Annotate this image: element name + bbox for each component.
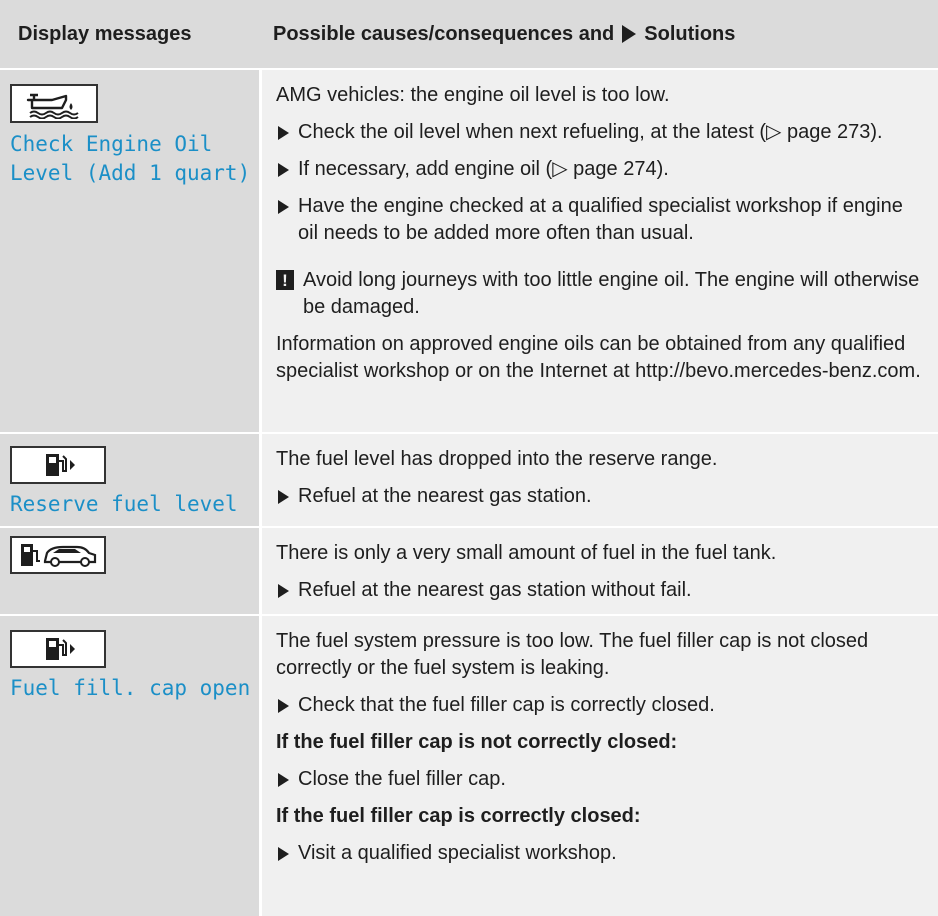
bullet-arrow-icon [278,773,289,787]
fuel-pump-car-icon [10,536,106,574]
solution-cell: The fuel level has dropped into the rese… [259,434,938,526]
solution-bullet: Visit a qualified specialist workshop. [276,840,926,867]
bullet-arrow-icon [278,163,289,177]
display-message-check-engine-oil: Check Engine Oil Level (Add 1 quart) [10,130,259,188]
cause-text: There is only a very small amount of fue… [276,542,777,564]
condition-heading: If the fuel filler cap is correctly clos… [276,805,641,827]
table-row: Check Engine Oil Level (Add 1 quart) AMG… [0,68,938,432]
bullet-arrow-icon [278,126,289,140]
fuel-pump-icon [10,630,106,668]
solution-bullet: Check the oil level when next refueling,… [276,119,926,146]
solution-arrow-icon [622,25,637,43]
header-causes-solutions: Possible causes/consequences and Solutio… [259,0,938,68]
solution-cell: The fuel system pressure is too low. The… [259,616,938,916]
bullet-text: Visit a qualified specialist workshop. [298,842,617,864]
message-cell [0,528,259,614]
bullet-text: Check the oil level when next refueling,… [298,121,883,143]
bullet-text: Refuel at the nearest gas station withou… [298,579,692,601]
fuel-pump-icon [10,446,106,484]
solution-cell: AMG vehicles: the engine oil level is to… [259,70,938,432]
warning-text: Avoid long journeys with too little engi… [303,269,920,318]
bullet-text: Check that the fuel filler cap is correc… [298,694,715,716]
bullet-arrow-icon [278,699,289,713]
table-row: Fuel fill. cap open The fuel system pres… [0,614,938,916]
condition-heading: If the fuel filler cap is not correctly … [276,731,678,753]
bullet-text: Refuel at the nearest gas station. [298,485,592,507]
solution-bullet: Refuel at the nearest gas station. [276,483,926,510]
bullet-text: Have the engine checked at a qualified s… [298,195,903,244]
cause-text: The fuel level has dropped into the rese… [276,448,718,470]
warning-exclamation-icon: ! [276,270,294,290]
bullet-text: If necessary, add engine oil (▷ page 274… [298,158,669,180]
bullet-arrow-icon [278,490,289,504]
bullet-arrow-icon [278,200,289,214]
header-causes-text: Possible causes/consequences and [273,22,615,45]
solution-cell: There is only a very small amount of fue… [259,528,938,614]
bullet-arrow-icon [278,847,289,861]
message-cell: Reserve fuel level [0,434,259,526]
warning-note: ! Avoid long journeys with too little eng… [276,267,926,321]
engine-oil-can-icon [10,84,98,123]
message-cell: Fuel fill. cap open [0,616,259,916]
header-display-messages: Display messages [18,22,192,45]
info-text: Information on approved engine oils can … [276,333,921,382]
table-row: There is only a very small amount of fue… [0,526,938,614]
cause-text: AMG vehicles: the engine oil level is to… [276,84,670,106]
message-line: Check Engine Oil [10,131,213,156]
display-message-reserve-fuel: Reserve fuel level [10,492,238,516]
header-solutions-text: Solutions [644,22,736,45]
display-message-fuel-cap-open: Fuel fill. cap open [10,676,251,700]
message-cell: Check Engine Oil Level (Add 1 quart) [0,70,259,432]
table-row: Reserve fuel level The fuel level has dr… [0,432,938,526]
cause-text: The fuel system pressure is too low. The… [276,630,869,679]
solution-bullet: Refuel at the nearest gas station withou… [276,577,926,604]
solution-bullet: If necessary, add engine oil (▷ page 274… [276,156,926,183]
bullet-text: Close the fuel filler cap. [298,768,506,790]
message-line: Level (Add 1 quart) [10,160,251,185]
table-header: Display messages Possible causes/consequ… [0,0,938,68]
bullet-arrow-icon [278,584,289,598]
solution-bullet: Check that the fuel filler cap is correc… [276,692,926,719]
display-messages-table: Display messages Possible causes/consequ… [0,0,938,916]
solution-bullet: Close the fuel filler cap. [276,766,926,793]
solution-bullet: Have the engine checked at a qualified s… [276,193,926,247]
